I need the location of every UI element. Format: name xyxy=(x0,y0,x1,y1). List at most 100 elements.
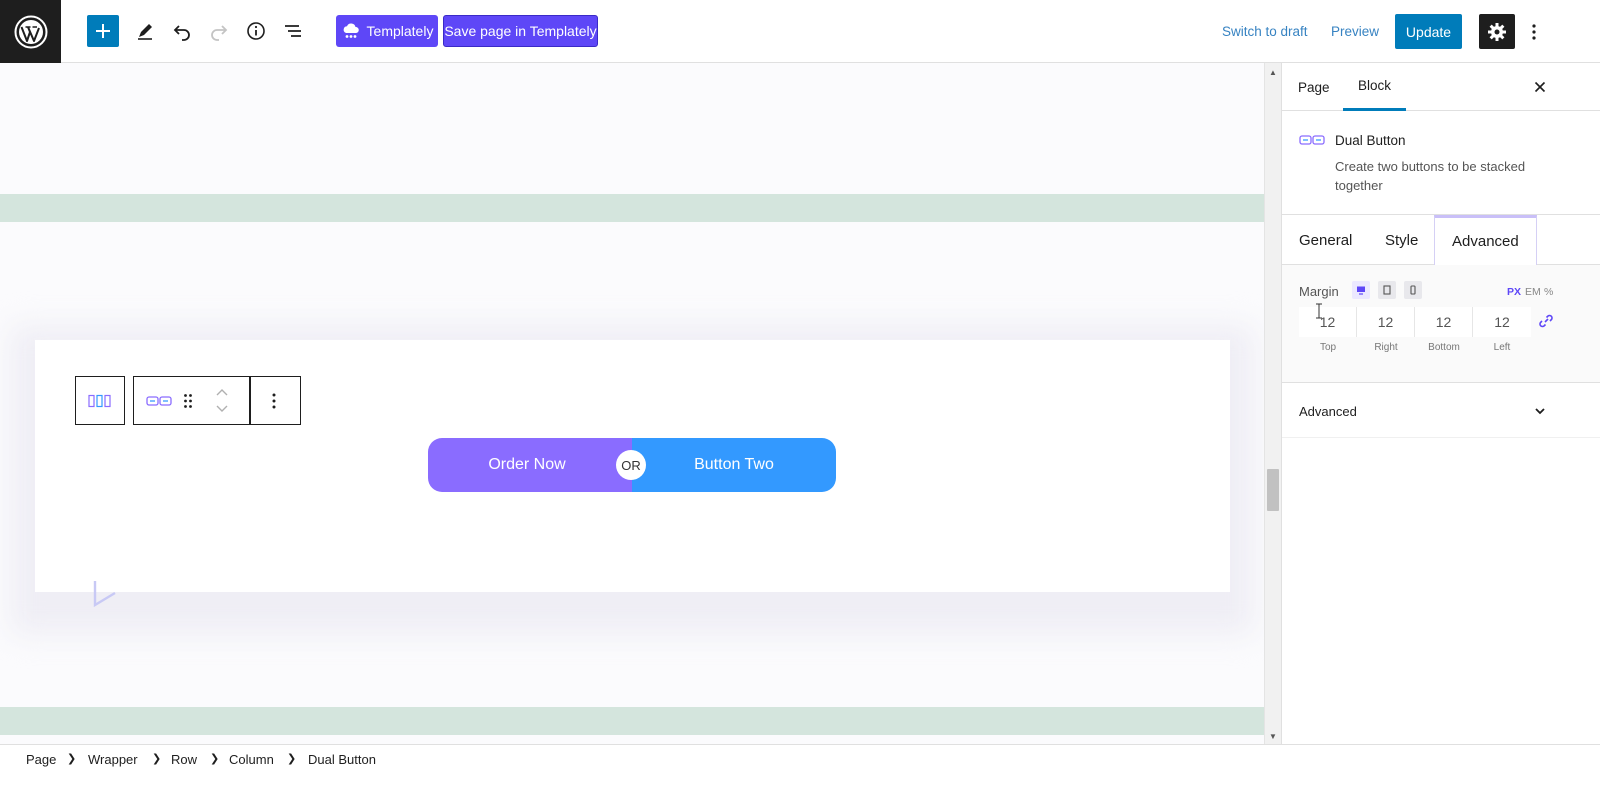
block-name: Dual Button xyxy=(1335,133,1406,148)
info-icon xyxy=(247,22,265,40)
drag-handle[interactable] xyxy=(178,389,198,413)
scrollbar-thumb[interactable] xyxy=(1267,469,1279,511)
undo-icon xyxy=(173,25,190,41)
breadcrumb-chevron-icon: ❯ xyxy=(287,753,297,765)
unit-px[interactable]: PX xyxy=(1507,286,1521,298)
tab-advanced[interactable]: Advanced xyxy=(1434,215,1537,265)
chevron-up-icon xyxy=(216,389,228,396)
tab-style[interactable]: Style xyxy=(1385,215,1418,265)
breadcrumb-wrapper[interactable]: Wrapper xyxy=(88,752,138,767)
chevron-down-icon xyxy=(216,405,228,412)
block-type-button[interactable] xyxy=(144,389,174,413)
block-card: Dual Button Create two buttons to be sta… xyxy=(1282,111,1600,215)
unit-percent[interactable]: % xyxy=(1544,286,1553,298)
save-page-in-templately-button[interactable]: Save page in Templately xyxy=(443,15,598,47)
tools-button[interactable] xyxy=(129,15,161,47)
unit-em[interactable]: EM xyxy=(1525,286,1541,298)
settings-sidebar: Page Block Dual Button Create two button… xyxy=(1281,63,1600,744)
block-settings-tabs: General Style Advanced xyxy=(1282,215,1600,265)
section-divider-band xyxy=(0,707,1264,735)
desktop-device-button[interactable] xyxy=(1352,281,1370,299)
switch-to-draft-button[interactable]: Switch to draft xyxy=(1222,24,1308,39)
tablet-device-button[interactable] xyxy=(1378,281,1396,299)
text-cursor-icon xyxy=(1316,303,1322,319)
margin-bottom-caption: Bottom xyxy=(1428,342,1460,353)
margin-right-input[interactable] xyxy=(1357,307,1415,337)
close-sidebar-button[interactable] xyxy=(1528,75,1552,99)
breadcrumb-row[interactable]: Row xyxy=(171,752,197,767)
scroll-down-arrow-icon[interactable]: ▼ xyxy=(1269,732,1277,741)
list-view-button[interactable] xyxy=(277,15,309,47)
tab-page[interactable]: Page xyxy=(1298,63,1330,111)
breadcrumb-chevron-icon: ❯ xyxy=(67,753,77,765)
chevron-down-icon xyxy=(1535,408,1545,415)
templately-button[interactable]: Templately xyxy=(336,15,438,47)
margin-left-caption: Left xyxy=(1493,342,1511,353)
decorative-triangle-icon xyxy=(93,581,116,607)
margin-left-input[interactable] xyxy=(1473,307,1531,337)
breadcrumb-dual-button[interactable]: Dual Button xyxy=(308,752,376,767)
canvas-scrollbar[interactable]: ▲ ▼ xyxy=(1264,63,1281,744)
margin-bottom-input[interactable] xyxy=(1415,307,1473,337)
advanced-panel-title: Advanced xyxy=(1299,404,1357,419)
block-options-button[interactable] xyxy=(259,387,289,415)
or-separator-badge: OR xyxy=(616,450,646,480)
columns-block-icon xyxy=(88,394,111,407)
breadcrumb-column[interactable]: Column xyxy=(229,752,274,767)
templately-cloud-icon xyxy=(343,23,359,38)
margin-right-caption: Right xyxy=(1374,342,1398,353)
wordpress-logo-button[interactable] xyxy=(0,0,61,63)
block-toolbar xyxy=(133,376,301,425)
add-block-button[interactable] xyxy=(87,15,119,47)
block-breadcrumb: Page ❯ Wrapper ❯ Row ❯ Column ❯ Dual But… xyxy=(0,744,1600,785)
wordpress-icon xyxy=(14,15,47,48)
margin-top-input[interactable] xyxy=(1299,307,1357,337)
more-vertical-icon xyxy=(272,393,276,409)
list-view-icon xyxy=(285,25,301,37)
settings-button[interactable] xyxy=(1479,14,1515,49)
breadcrumb-page[interactable]: Page xyxy=(26,752,56,767)
breadcrumb-chevron-icon: ❯ xyxy=(152,753,162,765)
move-down-button[interactable] xyxy=(212,401,232,417)
dual-button-block-icon xyxy=(1299,135,1325,145)
link-values-icon[interactable] xyxy=(1538,313,1554,329)
redo-button[interactable] xyxy=(203,15,235,47)
templately-label: Templately xyxy=(366,23,434,39)
section-divider-band xyxy=(0,194,1264,222)
preview-button[interactable]: Preview xyxy=(1331,24,1379,39)
drag-handle-icon xyxy=(184,394,192,408)
move-up-button[interactable] xyxy=(212,384,232,400)
select-parent-button[interactable] xyxy=(75,376,125,425)
more-vertical-icon xyxy=(1532,24,1536,40)
sidebar-tabs: Page Block xyxy=(1282,63,1600,111)
mobile-icon xyxy=(1410,285,1416,295)
plus-icon xyxy=(96,24,110,38)
close-icon xyxy=(1534,81,1546,93)
editor-canvas[interactable]: Order Now Button Two OR xyxy=(0,63,1264,744)
mobile-device-button[interactable] xyxy=(1404,281,1422,299)
desktop-icon xyxy=(1357,286,1365,295)
redo-icon xyxy=(211,25,228,41)
toolbar-divider xyxy=(249,377,251,424)
scroll-up-arrow-icon[interactable]: ▲ xyxy=(1269,68,1277,77)
pencil-icon xyxy=(138,24,152,40)
undo-button[interactable] xyxy=(166,15,198,47)
options-button[interactable] xyxy=(1522,18,1546,46)
advanced-panel-toggle[interactable]: Advanced xyxy=(1282,383,1600,438)
margin-top-caption: Top xyxy=(1319,342,1337,353)
button-two[interactable]: Button Two xyxy=(632,438,836,492)
order-now-button[interactable]: Order Now xyxy=(428,438,632,492)
gear-icon xyxy=(1488,22,1506,41)
update-button[interactable]: Update xyxy=(1395,14,1462,49)
tab-general[interactable]: General xyxy=(1299,215,1352,265)
margin-label: Margin xyxy=(1299,284,1339,299)
tab-block[interactable]: Block xyxy=(1343,63,1407,111)
breadcrumb-chevron-icon: ❯ xyxy=(210,753,220,765)
editor-header: Templately Save page in Templately Switc… xyxy=(0,0,1600,63)
tablet-icon xyxy=(1383,285,1391,295)
margin-control: Margin PX EM % Top Right Bottom Left xyxy=(1282,265,1600,383)
details-button[interactable] xyxy=(240,15,272,47)
dual-button-block-icon xyxy=(146,396,172,406)
block-description: Create two buttons to be stacked togethe… xyxy=(1335,159,1526,193)
dual-button-block[interactable]: Order Now Button Two OR xyxy=(428,438,836,492)
